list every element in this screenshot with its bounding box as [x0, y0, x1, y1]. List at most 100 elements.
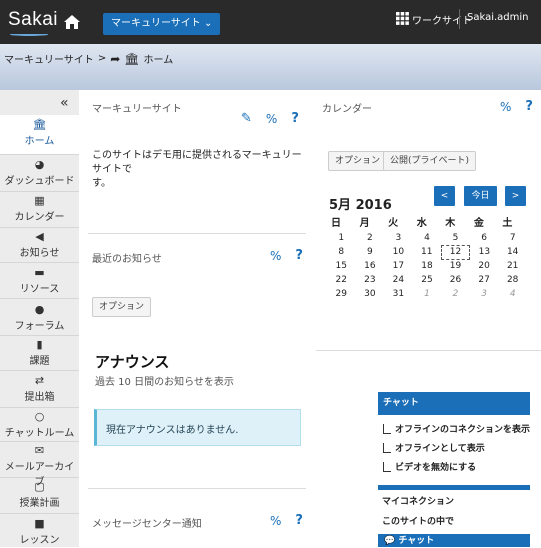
announcements-options-button[interactable]: オプション [92, 297, 152, 317]
help-icon[interactable]: ? [295, 513, 303, 528]
calendar-day[interactable]: 27 [470, 273, 499, 287]
calendar-prev-button[interactable]: < [434, 186, 455, 206]
breadcrumb: マーキュリーサイト > ➦ 🏛 ホーム [4, 51, 173, 67]
calendar-day[interactable]: 25 [413, 273, 442, 287]
link-icon[interactable]: % [270, 249, 281, 263]
announcements-heading: アナウンス [95, 353, 170, 371]
calendar-day[interactable]: 31 [384, 287, 413, 301]
calendar-day[interactable]: 10 [384, 245, 413, 259]
sidebar-item-calendar[interactable]: ▦ カレンダー [0, 192, 79, 228]
calendar-day[interactable]: 26 [441, 273, 470, 287]
sidebar-item-dashboard[interactable]: ◕ ダッシュボード [0, 155, 79, 192]
sakai-logo[interactable]: Sakai [8, 9, 58, 31]
calendar-week-row: 29 30 31 1 2 3 4 [327, 287, 527, 301]
calendar-day[interactable]: 2 [356, 231, 385, 245]
checkbox[interactable] [383, 461, 391, 472]
calendar-day-next-month[interactable]: 1 [413, 287, 442, 301]
calendar-day[interactable]: 14 [498, 245, 527, 259]
link-icon[interactable]: % [270, 514, 281, 528]
disable-video-option[interactable]: ビデオを無効にする [383, 460, 476, 473]
calendar-day[interactable]: 13 [470, 245, 499, 259]
worksite-link[interactable]: ワークサイト [412, 12, 472, 27]
edit-pencil-icon[interactable]: ✎ [241, 111, 252, 126]
divider [459, 9, 460, 29]
sidebar-item-syllabus[interactable]: ▢ 授業計画 [0, 478, 79, 514]
calendar-public-button[interactable]: 公開(プライベート) [383, 151, 477, 171]
chat-footer-button[interactable]: 💬 チャット [378, 534, 530, 547]
calendar-day[interactable]: 9 [356, 245, 385, 259]
help-icon[interactable]: ? [291, 111, 299, 126]
calendar-day[interactable]: 15 [327, 259, 356, 273]
worksite-grid-icon[interactable] [396, 12, 409, 25]
option-label: オフラインとして表示 [395, 444, 485, 454]
weekday-header: 木 [445, 218, 456, 229]
messages-tools: % ? [270, 513, 303, 528]
calendar-day[interactable]: 19 [441, 259, 470, 273]
home-icon: 🏛 [32, 118, 47, 131]
calendar-day[interactable]: 23 [356, 273, 385, 287]
calendar-day[interactable]: 5 [441, 231, 470, 245]
sidebar-item-mail-archive[interactable]: ✉ メールアーカイブ [0, 442, 79, 488]
sidebar-item-label: ダッシュボード [4, 176, 75, 187]
sidebar-item-lessons[interactable]: ■ レッスン [0, 514, 79, 547]
calendar-options-button[interactable]: オプション [328, 151, 388, 171]
sidebar-item-dropbox[interactable]: ⇄ 提出箱 [0, 371, 79, 408]
sidebar-item-chatroom[interactable]: ○ チャットルーム [0, 408, 79, 442]
calendar-day[interactable]: 21 [498, 259, 527, 273]
site-selector-button[interactable]: マーキュリーサイト ⌄ [103, 13, 221, 35]
my-connections-label[interactable]: マイコネクション [382, 494, 454, 507]
appear-offline-option[interactable]: オフラインとして表示 [383, 441, 485, 454]
calendar-day-next-month[interactable]: 4 [498, 287, 527, 301]
chat-header[interactable]: チャット [378, 392, 530, 415]
calendar-next-button[interactable]: > [505, 186, 526, 206]
sidebar-item-resources[interactable]: ▬ リソース [0, 263, 79, 299]
calendar-day-next-month[interactable]: 3 [470, 287, 499, 301]
sidebar-item-forums[interactable]: ● フォーラム [0, 299, 79, 336]
sidebar-item-label: レッスン [19, 535, 60, 546]
sidebar-item-label: カレンダー [14, 212, 65, 223]
user-menu[interactable]: Sakai.admin [467, 12, 529, 23]
help-icon[interactable]: ? [525, 99, 533, 114]
sidebar-item-assignments[interactable]: ▮ 課題 [0, 336, 79, 371]
calendar-day[interactable]: 20 [470, 259, 499, 273]
link-icon[interactable]: % [266, 112, 277, 126]
calendar-today-button[interactable]: 今日 [464, 186, 497, 206]
checkbox[interactable] [383, 442, 391, 453]
calendar-day[interactable]: 3 [384, 231, 413, 245]
sidebar-item-label: リソース [19, 284, 60, 295]
calendar-day[interactable]: 18 [413, 259, 442, 273]
collapse-sidebar-button[interactable]: « [60, 95, 69, 111]
calendar-tools: % ? [500, 99, 533, 114]
calendar-day[interactable]: 17 [384, 259, 413, 273]
show-offline-connections-option[interactable]: オフラインのコネクションを表示 [383, 422, 530, 435]
no-announcements-alert: 現在アナウンスはありません. [94, 409, 301, 446]
option-label: ビデオを無効にする [395, 463, 477, 473]
site-info-title: マーキュリーサイト [92, 104, 182, 115]
sidebar-item-label: 提出箱 [24, 392, 55, 403]
home-icon[interactable] [63, 13, 81, 31]
calendar-day[interactable]: 24 [384, 273, 413, 287]
calendar-day[interactable]: 6 [470, 231, 499, 245]
calendar-day[interactable]: 16 [356, 259, 385, 273]
calendar-day-next-month[interactable]: 2 [441, 287, 470, 301]
calendar-day[interactable]: 11 [413, 245, 442, 259]
calendar-day[interactable]: 7 [498, 231, 527, 245]
checkbox[interactable] [383, 423, 391, 434]
share-arrow-icon[interactable]: ➦ [110, 52, 120, 66]
calendar-day[interactable]: 28 [498, 273, 527, 287]
sidebar-item-home[interactable]: 🏛 ホーム [0, 115, 79, 155]
sidebar-item-announcements[interactable]: ◀ お知らせ [0, 228, 79, 263]
calendar-day[interactable]: 4 [413, 231, 442, 245]
help-icon[interactable]: ? [295, 248, 303, 263]
calendar-day[interactable]: 29 [327, 287, 356, 301]
link-icon[interactable]: % [500, 100, 511, 114]
in-this-site-label[interactable]: このサイトの中で [382, 514, 454, 527]
calendar-day[interactable]: 22 [327, 273, 356, 287]
calendar-day[interactable]: 1 [327, 231, 356, 245]
calendar-month-label: 5月 2016 [329, 198, 392, 213]
breadcrumb-site[interactable]: マーキュリーサイト [4, 51, 94, 66]
calendar-day[interactable]: 8 [327, 245, 356, 259]
lesson-icon: ■ [34, 517, 45, 530]
calendar-day-today[interactable]: 12 [440, 244, 471, 260]
calendar-day[interactable]: 30 [356, 287, 385, 301]
